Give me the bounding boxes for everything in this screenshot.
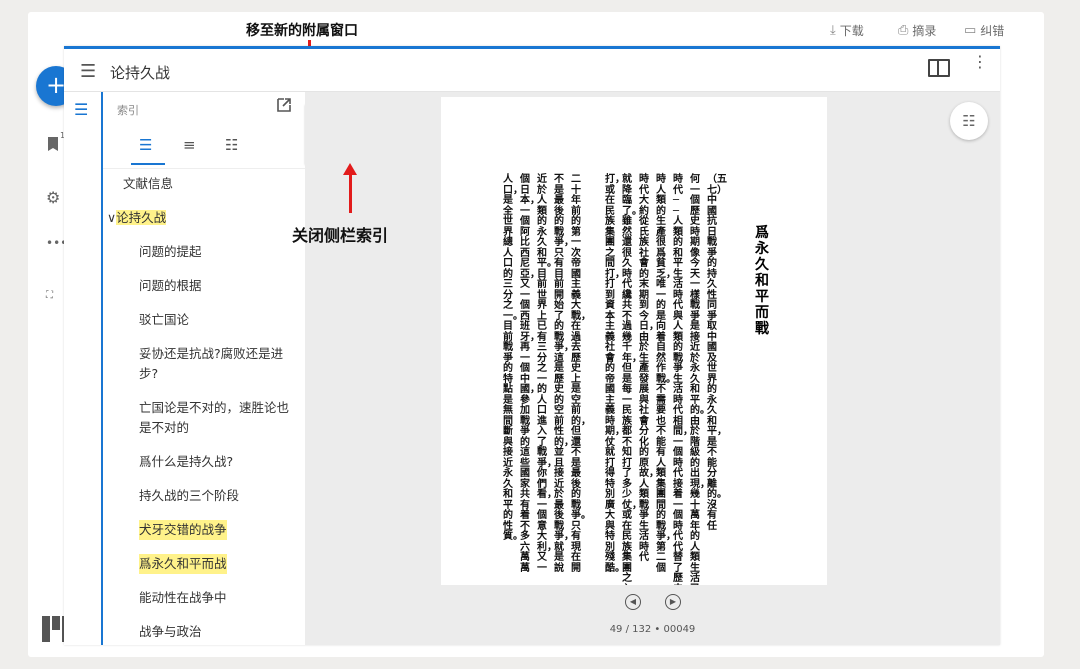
bookmarks-icon[interactable]: 1	[46, 131, 65, 156]
close-arrow-line	[349, 175, 352, 213]
correction-link[interactable]: ▭ 纠错	[964, 22, 1004, 39]
page-title: 爲永久和平而戰	[755, 225, 769, 337]
text-column: 人口，是全世界總人口的三分之一。目前戰爭的特點是無間斷與接近永久和平的性質。	[503, 174, 523, 542]
book-view-icon[interactable]	[928, 59, 950, 77]
popout-annotation: 移至新的附属窗口	[246, 23, 358, 39]
excerpt-link[interactable]: ⎙ 摘录	[898, 22, 936, 39]
toc-item-root[interactable]: ∨论持久战	[107, 208, 167, 228]
toc-item-info[interactable]: 文献信息	[123, 174, 173, 194]
reader-panel: ☰ 论持久战 ⋮ ☰ 索引 ☰ ≡ ☷ 文献信息 ∨论持久战 问题的提起 问题的…	[64, 46, 1000, 645]
close-arrow-head	[343, 163, 357, 175]
print-icon: ⎙	[898, 23, 909, 38]
excerpt-label: 摘录	[912, 24, 937, 38]
toc-item[interactable]: 问题的根据	[139, 276, 202, 296]
toc-item[interactable]: 能动性在战争中	[139, 588, 227, 608]
previous-page-button[interactable]: ◀	[625, 594, 641, 610]
toc-item[interactable]: 妥协还是抗战?腐败还是进步?	[139, 344, 289, 384]
text-column: 近於人類的永久和平。目前世界上已有三分之一的人口進入了戰爭，你們看，一個意大利，…	[537, 174, 557, 574]
view-mode-tabs: ☰ ≡ ☷	[103, 128, 305, 169]
settings-icon[interactable]: ⚙	[46, 188, 60, 207]
page-viewer: 爲永久和平而戰 （五七）中國抗日戰爭的持久性同爭取中國及世界的永久和平，是不能分…	[305, 92, 1000, 645]
toc-item[interactable]: 战争与政治	[139, 622, 202, 642]
text-column: 何一個歷史時期像今天一樣戰爭是接近於永久和平的。由於階級的出現，幾十萬年的人類生…	[690, 174, 710, 585]
text-column: 不是最後的戰爭，只有目前開始了的戰爭，這是歷史的空前性的，並且接近於最後戰爭，就…	[554, 174, 574, 574]
panel-title: 索引	[117, 104, 139, 117]
report-icon: ▭	[964, 23, 977, 38]
list-view-tab[interactable]: ≡	[183, 136, 196, 154]
text-column: 二十年前的第一次帝國主義大戰，在過去歷史上是空前的，但還不是最後的戰爭。只有現在…	[571, 174, 591, 574]
download-label: 下载	[839, 24, 864, 38]
text-column: 打，或在民族集團之間打，打到資本主義社會的帝國主義時期，仗就打得特別廣大與特別殘…	[605, 174, 625, 574]
toc-item[interactable]: 问题的提起	[139, 242, 202, 262]
scanned-page: 爲永久和平而戰 （五七）中國抗日戰爭的持久性同爭取中國及世界的永久和平，是不能分…	[441, 97, 827, 585]
chevron-down-icon[interactable]: ∨	[107, 210, 116, 225]
toc-item[interactable]: 亡国论是不对的，速胜论也是不对的	[139, 398, 289, 438]
close-sidebar-annotation: 关闭侧栏索引	[292, 226, 389, 245]
correction-label: 纠错	[980, 24, 1005, 38]
download-icon: ⤓	[830, 23, 836, 38]
reader-header: ☰ 论持久战 ⋮	[64, 49, 1000, 92]
text-column: 時人類的生產很爲貧乏，唯一的是向着自然作戰。不需要也不能有人類集團間的戰爭，第二…	[656, 174, 676, 574]
toc-item[interactable]: 持久战的三个阶段	[139, 486, 239, 506]
sidebar-rail: ☰	[64, 92, 103, 645]
active-tab-indicator	[131, 163, 165, 165]
index-sidebar: ☰ 索引 ☰ ≡ ☷ 文献信息 ∨论持久战 问题的提起 问题的根据 驳亡国论 妥…	[64, 92, 305, 645]
toc-item-root-label: 论持久战	[116, 210, 167, 225]
text-column: 就降臨了。雖然還很久時代纔共不過幾千年，但是每一民族都不知打了多少仗，或在民族集…	[622, 174, 642, 585]
popout-icon[interactable]	[277, 98, 291, 116]
detail-view-tab[interactable]: ☷	[225, 136, 238, 154]
index-panel: 索引 ☰ ≡ ☷ 文献信息 ∨论持久战 问题的提起 问题的根据 驳亡国论 妥协还…	[103, 92, 305, 645]
text-column: 個日本，一個阿比西尼亞，又一個西班牙，再一個中國，參加戰爭的這些國家共有着不多六…	[520, 174, 540, 574]
more-options-icon[interactable]: ⋮	[972, 54, 988, 70]
toc-item[interactable]: 爲什么是持久战?	[139, 452, 233, 472]
tree-view-tab[interactable]: ☰	[139, 136, 152, 154]
toc-icon[interactable]: ☰	[74, 100, 88, 119]
next-page-button[interactable]: ▶	[665, 594, 681, 610]
fullscreen-icon[interactable]: ⛶	[46, 290, 53, 301]
menu-icon[interactable]: ☰	[80, 61, 96, 82]
document-title: 论持久战	[110, 64, 171, 82]
download-link[interactable]: ⤓ 下载	[830, 22, 864, 39]
toc-item[interactable]: 犬牙交错的战争	[139, 520, 227, 540]
toc-item[interactable]: 驳亡国论	[139, 310, 189, 330]
toc-item-current[interactable]: 爲永久和平而战	[139, 554, 227, 574]
display-settings-button[interactable]: ☷	[950, 102, 988, 140]
page-indicator: 49 / 132 • 00049	[609, 624, 696, 635]
